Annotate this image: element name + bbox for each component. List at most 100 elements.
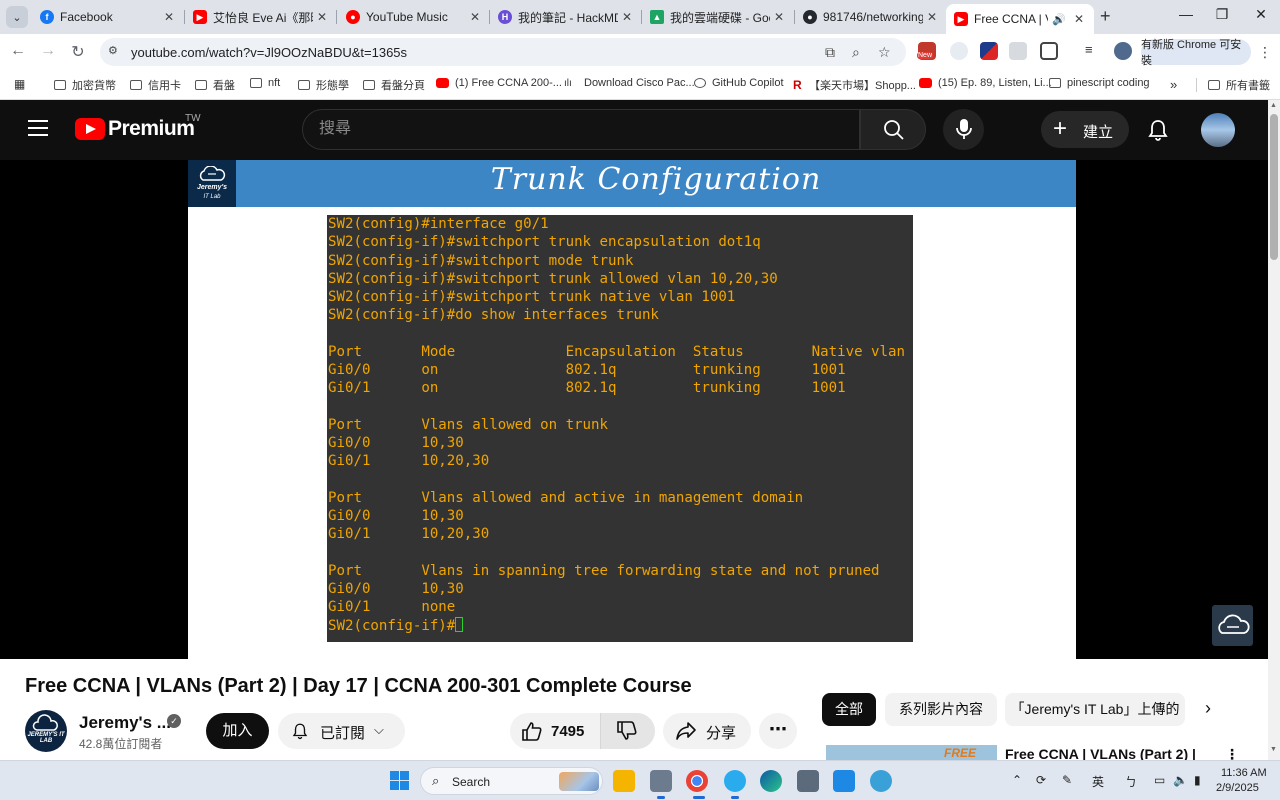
tab-close-icon[interactable]: ✕ bbox=[927, 10, 939, 24]
clock-date[interactable]: 2/9/2025 bbox=[1216, 782, 1259, 794]
tab-github[interactable]: ● 981746/networking- ✕ bbox=[795, 4, 947, 30]
share-button[interactable]: 分享 bbox=[663, 713, 751, 749]
site-info-icon[interactable]: ⚙ bbox=[108, 44, 122, 58]
tab-close-icon[interactable]: ✕ bbox=[470, 10, 482, 24]
tab-search-chevron-icon[interactable]: ⌄ bbox=[6, 6, 28, 28]
media-control-icon[interactable]: ≡ bbox=[1085, 42, 1103, 60]
tray-chevron-up-icon[interactable]: ⌃ bbox=[1012, 773, 1022, 787]
bookmark-item[interactable]: (1) Free CCNA 200-... bbox=[436, 77, 562, 89]
bookmark-item[interactable]: 看盤分頁 bbox=[363, 77, 425, 93]
tray-volume-icon[interactable]: 🔈 bbox=[1173, 773, 1188, 787]
window-close-icon[interactable]: ✕ bbox=[1241, 6, 1280, 23]
join-button[interactable]: 加入 bbox=[206, 713, 269, 749]
new-tab-plus-icon[interactable]: + bbox=[1100, 6, 1111, 27]
tray-sync-icon[interactable]: ⟳ bbox=[1036, 773, 1046, 787]
url-text[interactable]: youtube.com/watch?v=Jl9OOzNaBDU&t=1365s bbox=[131, 45, 407, 60]
audio-playing-icon[interactable]: 🔊 bbox=[1052, 13, 1066, 26]
more-actions-button[interactable]: ⋯ bbox=[759, 713, 797, 749]
bookmarks-apps-icon[interactable]: ▦ bbox=[14, 77, 25, 91]
address-bar[interactable]: ⚙ youtube.com/watch?v=Jl9OOzNaBDU&t=1365… bbox=[100, 38, 906, 66]
clock-time[interactable]: 11:36 AM bbox=[1221, 767, 1267, 779]
bookmark-item[interactable]: 形態學 bbox=[298, 77, 349, 93]
voice-search-button[interactable] bbox=[943, 109, 984, 150]
subscribed-button[interactable]: 已訂閱 ⌵ bbox=[278, 713, 405, 749]
cast-icon[interactable]: ⧉ bbox=[825, 44, 835, 61]
tab-close-icon[interactable]: ✕ bbox=[164, 10, 176, 24]
account-avatar[interactable] bbox=[1201, 113, 1235, 147]
windows-start-icon[interactable] bbox=[390, 771, 409, 790]
tab-youtube-music[interactable]: ● YouTube Music ✕ bbox=[338, 4, 490, 30]
telegram-icon[interactable] bbox=[724, 770, 746, 792]
calculator-icon[interactable] bbox=[797, 770, 819, 792]
channel-watermark-icon[interactable] bbox=[1212, 605, 1253, 646]
bookmark-item[interactable]: pinescript coding bbox=[1049, 77, 1150, 89]
bookmark-star-icon[interactable]: ☆ bbox=[878, 44, 891, 61]
bookmark-item[interactable]: (15) Ep. 89, Listen, Li... bbox=[919, 77, 1052, 89]
bookmark-item[interactable]: GitHub Copilot bbox=[694, 77, 784, 89]
recommendation-thumbnail[interactable]: FREE bbox=[826, 745, 997, 761]
extension-flag-icon[interactable] bbox=[980, 42, 998, 60]
tab-close-icon[interactable]: ✕ bbox=[622, 10, 634, 24]
search-input[interactable] bbox=[319, 120, 839, 138]
tray-network-icon[interactable]: ▭ bbox=[1154, 773, 1165, 787]
search-box[interactable] bbox=[302, 109, 860, 150]
create-button[interactable]: + 建立 bbox=[1041, 111, 1129, 148]
tab-facebook[interactable]: f Facebook ✕ bbox=[32, 4, 184, 30]
page-scrollbar[interactable]: ▲ ▼ bbox=[1268, 100, 1280, 760]
youtube-logo-icon[interactable] bbox=[75, 118, 105, 140]
channel-avatar[interactable]: JEREMY'S IT LAB bbox=[25, 710, 67, 752]
extension-new-icon[interactable]: New bbox=[917, 42, 936, 60]
extension-at-icon[interactable] bbox=[950, 42, 968, 60]
chip-next-arrow-icon[interactable]: › bbox=[1205, 698, 1211, 719]
scroll-down-arrow-icon[interactable]: ▼ bbox=[1270, 746, 1277, 753]
like-button[interactable]: 7495 bbox=[510, 713, 600, 749]
bookmark-item[interactable]: 信用卡 bbox=[130, 77, 181, 93]
notepad-icon[interactable] bbox=[833, 770, 855, 792]
tray-pen-icon[interactable]: ✎ bbox=[1062, 773, 1072, 787]
zoom-icon[interactable]: ⌕ bbox=[852, 44, 860, 61]
reload-icon[interactable]: ↻ bbox=[68, 42, 88, 62]
all-bookmarks[interactable]: 所有書籤 bbox=[1208, 77, 1270, 93]
back-arrow-icon[interactable]: ← bbox=[8, 42, 28, 60]
bookmark-item[interactable]: ılı Download Cisco Pac... bbox=[564, 77, 695, 89]
tab-close-icon[interactable]: ✕ bbox=[1074, 12, 1086, 26]
scrollbar-thumb[interactable] bbox=[1270, 114, 1278, 260]
chip-all[interactable]: 全部 bbox=[822, 693, 876, 726]
bookmark-item[interactable]: R 【楽天市場】Shopp... bbox=[793, 77, 916, 93]
forward-arrow-icon[interactable]: → bbox=[38, 42, 58, 60]
tab-hackmd[interactable]: H 我的筆記 - HackMD ✕ bbox=[490, 4, 642, 30]
tab-close-icon[interactable]: ✕ bbox=[774, 10, 786, 24]
video-player[interactable]: Jeremy's IT Lab Trunk Configuration SW2(… bbox=[0, 160, 1268, 659]
notifications-bell-icon[interactable] bbox=[1146, 118, 1170, 142]
chrome-update-button[interactable]: 有新版 Chrome 可安裝 bbox=[1141, 39, 1251, 67]
youtube-premium-brand[interactable]: Premium bbox=[108, 117, 195, 141]
profile-avatar-icon[interactable] bbox=[1114, 42, 1132, 60]
app-icon[interactable] bbox=[870, 770, 892, 792]
channel-name[interactable]: Jeremy's ... bbox=[79, 713, 171, 733]
bookmark-item[interactable]: 看盤 bbox=[195, 77, 235, 93]
menu-hamburger-icon[interactable] bbox=[28, 120, 48, 136]
scroll-up-arrow-icon[interactable]: ▲ bbox=[1270, 102, 1277, 109]
extensions-puzzle-icon[interactable] bbox=[1040, 42, 1058, 60]
chip-series[interactable]: 系列影片內容 bbox=[885, 693, 997, 726]
tab-close-icon[interactable]: ✕ bbox=[317, 10, 329, 24]
tab-google-drive[interactable]: ▲ 我的雲端硬碟 - Goog ✕ bbox=[642, 4, 794, 30]
dislike-button[interactable] bbox=[601, 713, 655, 749]
tray-ime[interactable]: ㄅ bbox=[1125, 773, 1137, 790]
file-explorer-icon[interactable] bbox=[613, 770, 635, 792]
tab-eve-ai[interactable]: ▶ 艾怡良 Eve Ai《那時 ✕ bbox=[185, 4, 337, 30]
tab-free-ccna-active[interactable]: ▶ Free CCNA | VLAN 🔊 ✕ bbox=[946, 4, 1094, 34]
restore-icon[interactable]: ❐ bbox=[1202, 6, 1242, 23]
search-button[interactable] bbox=[860, 109, 926, 150]
chrome-menu-icon[interactable]: ⋮ bbox=[1258, 44, 1272, 61]
bookmark-item[interactable]: nft bbox=[250, 77, 280, 89]
minimize-icon[interactable]: — bbox=[1166, 6, 1206, 22]
extension-image-icon[interactable] bbox=[1009, 42, 1027, 60]
bookmarks-overflow-icon[interactable]: » bbox=[1170, 77, 1177, 92]
bookmark-item[interactable]: 加密貨幣 bbox=[54, 77, 116, 93]
tray-language[interactable]: 英 bbox=[1092, 773, 1104, 790]
tray-battery-icon[interactable]: ▮ bbox=[1194, 773, 1201, 787]
chrome-icon[interactable] bbox=[686, 770, 708, 792]
edge-icon[interactable] bbox=[760, 770, 782, 792]
chip-uploaded-by-channel[interactable]: 「Jeremy's IT Lab」上傳的 bbox=[1005, 693, 1185, 726]
